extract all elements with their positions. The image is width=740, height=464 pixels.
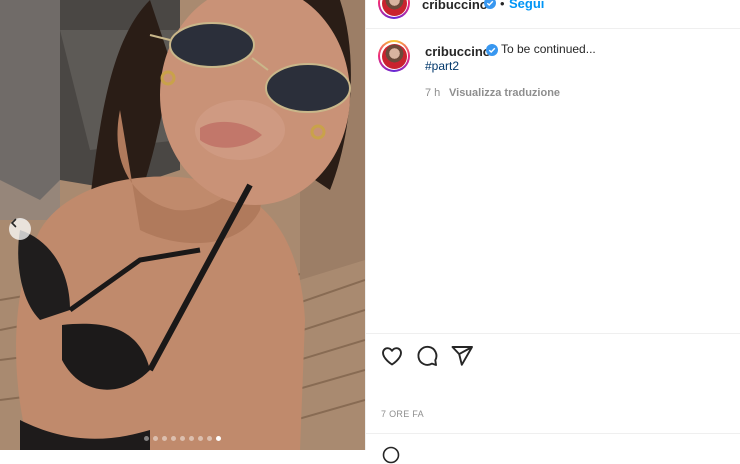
carousel-prev-button[interactable] [9, 218, 31, 240]
heart-icon[interactable] [380, 344, 404, 368]
follow-button[interactable]: Segui [509, 0, 544, 11]
posted-time[interactable]: 7 ORE FA [381, 409, 424, 419]
author-avatar[interactable] [378, 0, 410, 19]
carousel-indicator [0, 436, 365, 441]
carousel-dot [180, 436, 185, 441]
selfie-illustration [0, 0, 365, 450]
caption-username[interactable]: cribuccino [425, 44, 491, 59]
carousel-dot [198, 436, 203, 441]
post-details-panel: cribuccino • Segui cribuccino To be cont… [365, 0, 740, 464]
hashtag-link[interactable]: #part2 [425, 59, 459, 73]
carousel-dot [207, 436, 212, 441]
carousel-dot [153, 436, 158, 441]
carousel-dot [171, 436, 176, 441]
verified-badge-icon [486, 44, 498, 56]
post-photo [0, 0, 365, 450]
caption-text: To be continued... [501, 42, 596, 56]
carousel-dot [189, 436, 194, 441]
chevron-left-icon [10, 218, 17, 228]
header-separator: • [500, 0, 505, 11]
post-header: cribuccino • Segui [366, 0, 740, 29]
verified-badge-icon [484, 0, 496, 9]
author-username[interactable]: cribuccino [422, 0, 488, 12]
carousel-dot [216, 436, 221, 441]
divider [366, 433, 740, 434]
carousel-dot [162, 436, 167, 441]
see-translation-button[interactable]: Visualizza traduzione [449, 87, 560, 99]
carousel-dot [144, 436, 149, 441]
emoji-icon[interactable] [382, 446, 400, 464]
paper-plane-icon[interactable] [450, 344, 474, 368]
divider [366, 333, 740, 334]
comment-icon[interactable] [415, 344, 439, 368]
caption-timestamp[interactable]: 7 h [425, 87, 440, 99]
caption-avatar[interactable] [378, 40, 410, 72]
action-bar [380, 344, 474, 368]
